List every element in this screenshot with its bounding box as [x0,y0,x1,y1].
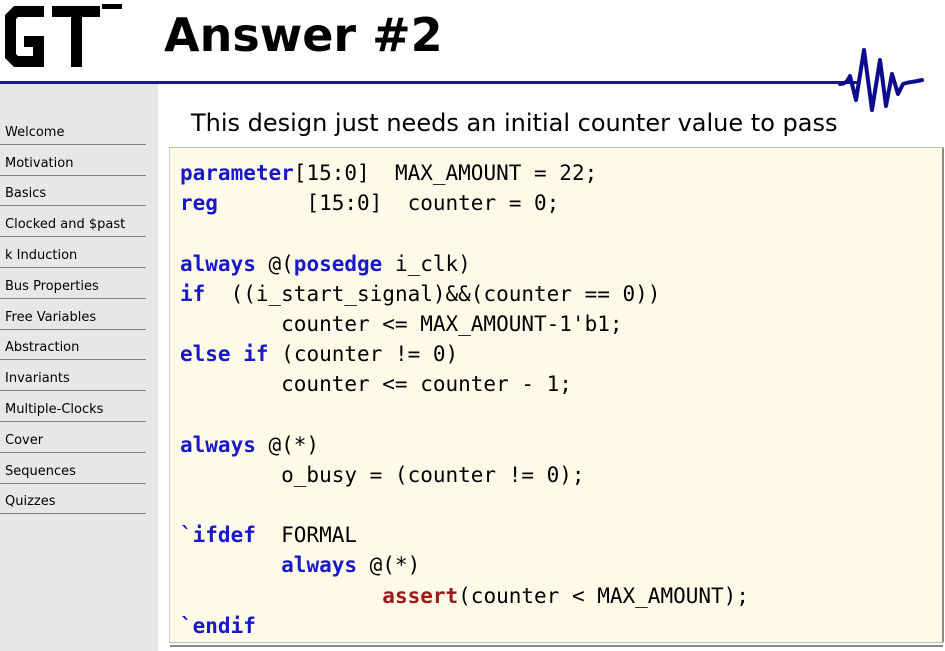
sidebar-item-basics[interactable]: Basics [0,176,146,207]
sidebar-item-sequences[interactable]: Sequences [0,453,146,484]
code-text: [15:0] counter = 0; [217,191,560,216]
code-text: @( [255,251,294,276]
code-keyword: `ifdef [180,523,256,548]
sidebar-item-label: Clocked and $past [5,217,126,233]
sidebar-item-label: Invariants [5,371,70,387]
code-text: ((i_start_signal)&&(counter == 0)) [205,281,661,306]
sidebar-item-label: Quizzes [5,494,56,510]
verilog-code: parameter[15:0] MAX_AMOUNT = 22; reg [15:… [180,158,749,641]
sidebar-item-cover[interactable]: Cover [0,422,146,453]
code-text: @(*) [357,553,421,578]
code-line: assert(counter < MAX_AMOUNT); [180,581,749,611]
code-line: counter <= counter - 1; [180,369,749,399]
code-text: (counter != 0) [268,342,459,367]
code-keyword: always [281,553,358,578]
sidebar-item-label: Sequences [5,463,76,479]
sidebar-item-k-induction[interactable]: k Induction [0,237,146,268]
code-text: counter <= counter - 1; [180,372,572,397]
code-block: parameter[15:0] MAX_AMOUNT = 22; reg [15:… [169,147,944,647]
code-line: reg [15:0] counter = 0; [180,188,749,218]
sidebar-item-label: Bus Properties [5,278,99,294]
sidebar-item-label: Multiple-Clocks [5,401,104,417]
sidebar-item-multiple-clocks[interactable]: Multiple-Clocks [0,391,146,422]
sidebar-item-free-variables[interactable]: Free Variables [0,299,146,330]
code-keyword: parameter [180,161,294,185]
sidebar-item-label: Motivation [5,155,74,171]
sidebar-item-clocked-and-past[interactable]: Clocked and $past [0,206,146,238]
code-text: i_clk) [382,251,471,276]
gt-logo-icon [5,4,122,67]
code-assert-keyword: assert [382,583,459,608]
sidebar-nav: Welcome Motivation Basics Clocked and $p… [0,114,146,515]
code-keyword: `endif [180,613,256,638]
sidebar-item-label: Free Variables [5,309,97,325]
waveform-icon [838,48,924,112]
code-keyword: else [180,342,231,367]
code-line: else if (counter != 0) [180,339,749,369]
code-keyword: always [180,251,256,276]
sidebar-item-motivation[interactable]: Motivation [0,145,146,176]
code-text: FORMAL [255,523,358,548]
code-keyword: always [180,432,256,457]
sidebar-item-invariants[interactable]: Invariants [0,360,146,392]
code-line: o_busy = (counter != 0); [180,460,749,490]
sidebar-item-label: Welcome [5,124,65,140]
code-line: always @(posedge i_clk) [180,249,749,279]
code-line: always @(*) [180,430,749,460]
code-keyword: if [243,342,269,367]
code-block-shadow [170,645,943,647]
sidebar-item-bus-properties[interactable]: Bus Properties [0,268,146,299]
code-line: parameter[15:0] MAX_AMOUNT = 22; [180,158,749,188]
code-keyword: posedge [293,251,383,276]
slide-subtitle: This design just needs an initial counte… [191,109,838,137]
code-text: @(*) [255,432,320,457]
code-line: `endif [180,611,749,641]
code-text: (counter < MAX_AMOUNT); [458,583,749,608]
sidebar-item-label: Cover [5,432,44,448]
code-line: always @(*) [180,550,749,580]
code-keyword: reg [180,191,218,216]
code-line: counter <= MAX_AMOUNT-1'b1; [180,309,749,339]
code-text: counter <= MAX_AMOUNT-1'b1; [180,311,623,336]
sidebar-item-label: k Induction [5,247,78,263]
code-line: if ((i_start_signal)&&(counter == 0)) [180,279,749,309]
code-text: [15:0] MAX_AMOUNT = 22; [293,161,598,185]
code-text: o_busy = (counter != 0); [180,462,585,487]
sidebar-item-welcome[interactable]: Welcome [0,114,146,145]
code-keyword: if [180,281,206,306]
sidebar-item-quizzes[interactable]: Quizzes [0,484,146,515]
sidebar-item-label: Abstraction [5,340,80,356]
code-block-shadow [942,148,944,642]
code-line: `ifdef FORMAL [180,520,749,550]
sidebar-item-abstraction[interactable]: Abstraction [0,330,146,361]
page-title: Answer #2 [164,8,443,62]
sidebar-item-label: Basics [5,186,47,202]
